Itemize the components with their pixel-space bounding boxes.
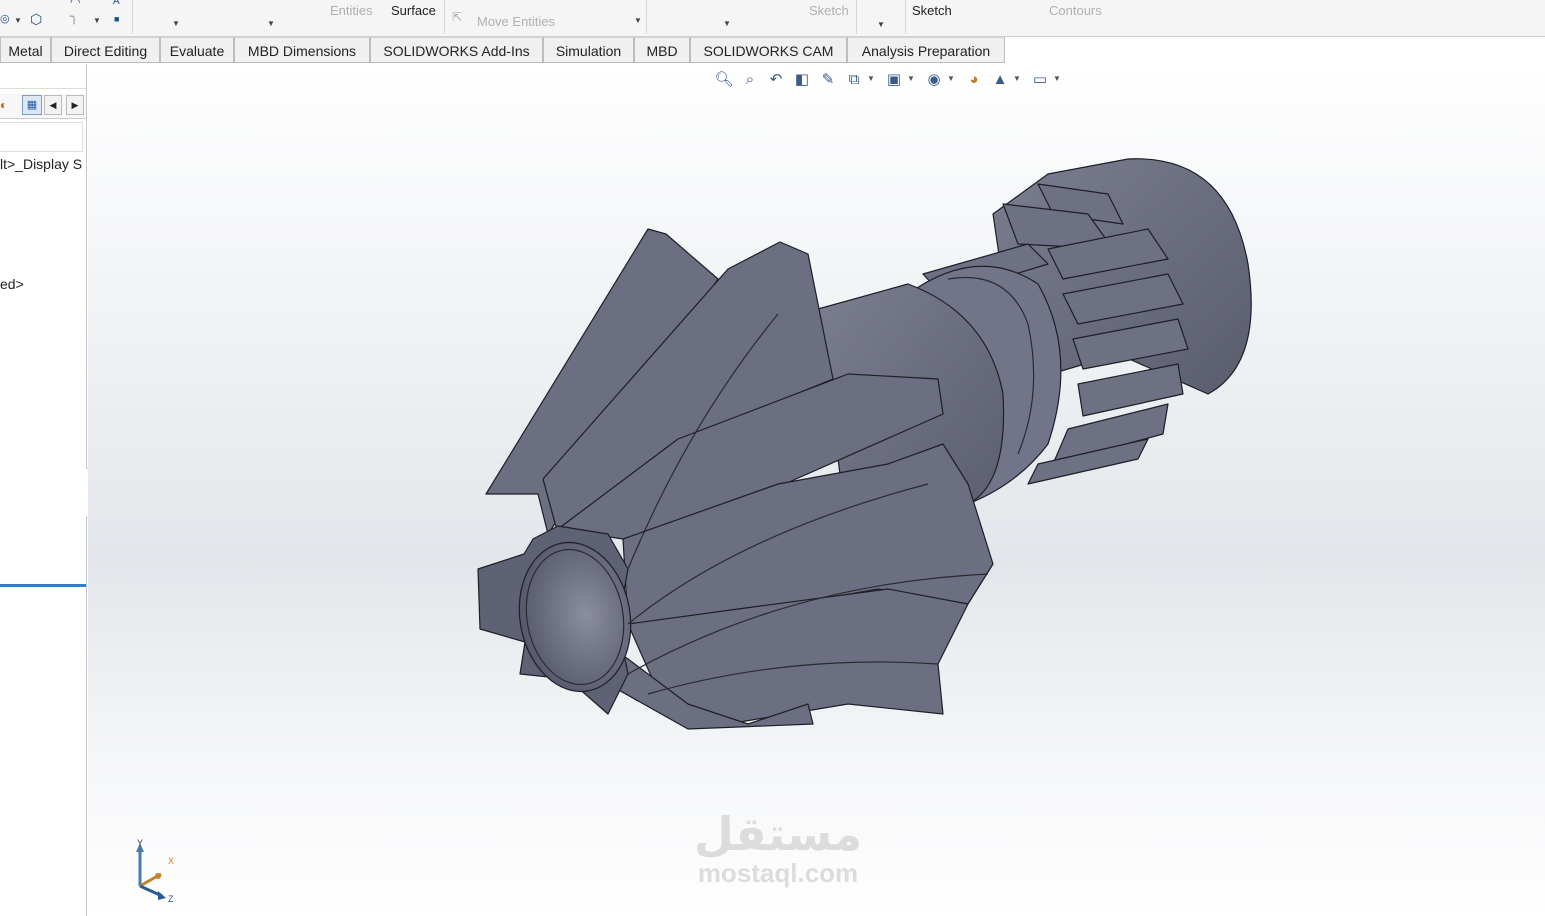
triad-x-label: X (168, 856, 174, 866)
tab-direct-editing[interactable]: Direct Editing (51, 37, 160, 63)
tab-scroll-right-icon[interactable]: ▶ (66, 95, 84, 115)
tab-solidworks-cam[interactable]: SOLIDWORKS CAM (690, 37, 847, 63)
ribbon-dropdown-icon[interactable]: ▼ (172, 19, 180, 28)
ribbon-separator (646, 0, 647, 34)
tree-item-display-state[interactable]: lt>_Display S (0, 156, 82, 172)
ribbon-dropdown-icon[interactable]: ▼ (267, 19, 275, 28)
coordinate-triad: Y X Z (136, 838, 174, 904)
tab-analysis-preparation[interactable]: Analysis Preparation (847, 37, 1005, 63)
tab-scroll-left-icon[interactable]: ◀ (44, 95, 62, 115)
feature-manager-panel: ◐ ▦ ◀ ▶ lt>_Display S ed> (0, 64, 87, 916)
triad-y-label: Y (137, 838, 143, 848)
ribbon-separator (132, 0, 133, 34)
ribbon-separator (856, 0, 857, 34)
config-manager-tab-icon[interactable]: ◐ (0, 98, 7, 112)
watermark-logo: مستقل mostaql.com (678, 809, 878, 887)
fillet-tool-icon[interactable]: ╮ (70, 8, 78, 25)
graphics-area[interactable]: 🔍︎ ⌕ ↶ ◧ ✎ ⧉ ▼ ▣ ▼ ◉ ▼ ◕ ▲ ▼ ▭ ▼ Y X Z م… (88, 64, 1545, 916)
panel-tab-strip: ◐ ▦ ◀ ▶ (0, 94, 86, 119)
panel-splitter-highlight[interactable] (0, 584, 86, 587)
watermark-arabic-text: مستقل (693, 807, 863, 861)
pinion-gear-model[interactable] (88, 64, 1545, 916)
display-manager-tab-icon[interactable]: ▦ (22, 95, 42, 115)
command-manager-tabs: Metal Direct Editing Evaluate MBD Dimens… (0, 37, 1005, 64)
polygon-tool-icon[interactable]: ⬡ (30, 11, 42, 28)
ribbon-dropdown-icon[interactable]: ▼ (877, 20, 885, 29)
x-axis-marker (155, 873, 161, 879)
fillet-dropdown-icon[interactable]: ▼ (93, 16, 101, 25)
ribbon-separator (905, 0, 906, 34)
point-tool-icon[interactable]: ■ (114, 14, 119, 24)
tab-mbd-dimensions[interactable]: MBD Dimensions (234, 37, 370, 63)
move-entities-icon[interactable]: ⇱ (452, 10, 462, 24)
tab-simulation[interactable]: Simulation (543, 37, 634, 63)
ribbon-dropdown-icon[interactable]: ▼ (723, 19, 731, 28)
triad-z-label: Z (168, 894, 174, 904)
command-ribbon: ◎ ▼ ⬡ ◠ ╮ ▼ A ■ ▼ ▼ Entities Surface ⇱ M… (0, 0, 1545, 37)
panel-header (0, 70, 86, 89)
z-axis-arrow (158, 891, 166, 900)
move-entities-button[interactable]: Move Entities (477, 14, 555, 29)
entities-label[interactable]: Entities (330, 3, 373, 18)
tab-mbd[interactable]: MBD (634, 37, 690, 63)
circle-tool-dropdown-icon[interactable]: ▼ (14, 16, 22, 25)
filter-box[interactable] (0, 122, 83, 152)
circle-tool-icon[interactable]: ◎ (0, 12, 10, 25)
tab-evaluate[interactable]: Evaluate (160, 37, 234, 63)
surface-label[interactable]: Surface (391, 3, 436, 18)
watermark-latin-text: mostaql.com (697, 858, 859, 888)
contours-label[interactable]: Contours (1049, 3, 1102, 18)
ribbon-separator (444, 0, 445, 34)
text-tool-icon[interactable]: A (113, 0, 120, 7)
move-entities-dropdown-icon[interactable]: ▼ (634, 16, 642, 25)
tree-item-unnamed[interactable]: ed> (0, 276, 24, 292)
tab-solidworks-add-ins[interactable]: SOLIDWORKS Add-Ins (370, 37, 543, 63)
sketch-dim-label[interactable]: Sketch (809, 3, 849, 18)
tab-sheet-metal[interactable]: Metal (0, 37, 51, 63)
sketch-button[interactable]: Sketch (912, 3, 952, 18)
